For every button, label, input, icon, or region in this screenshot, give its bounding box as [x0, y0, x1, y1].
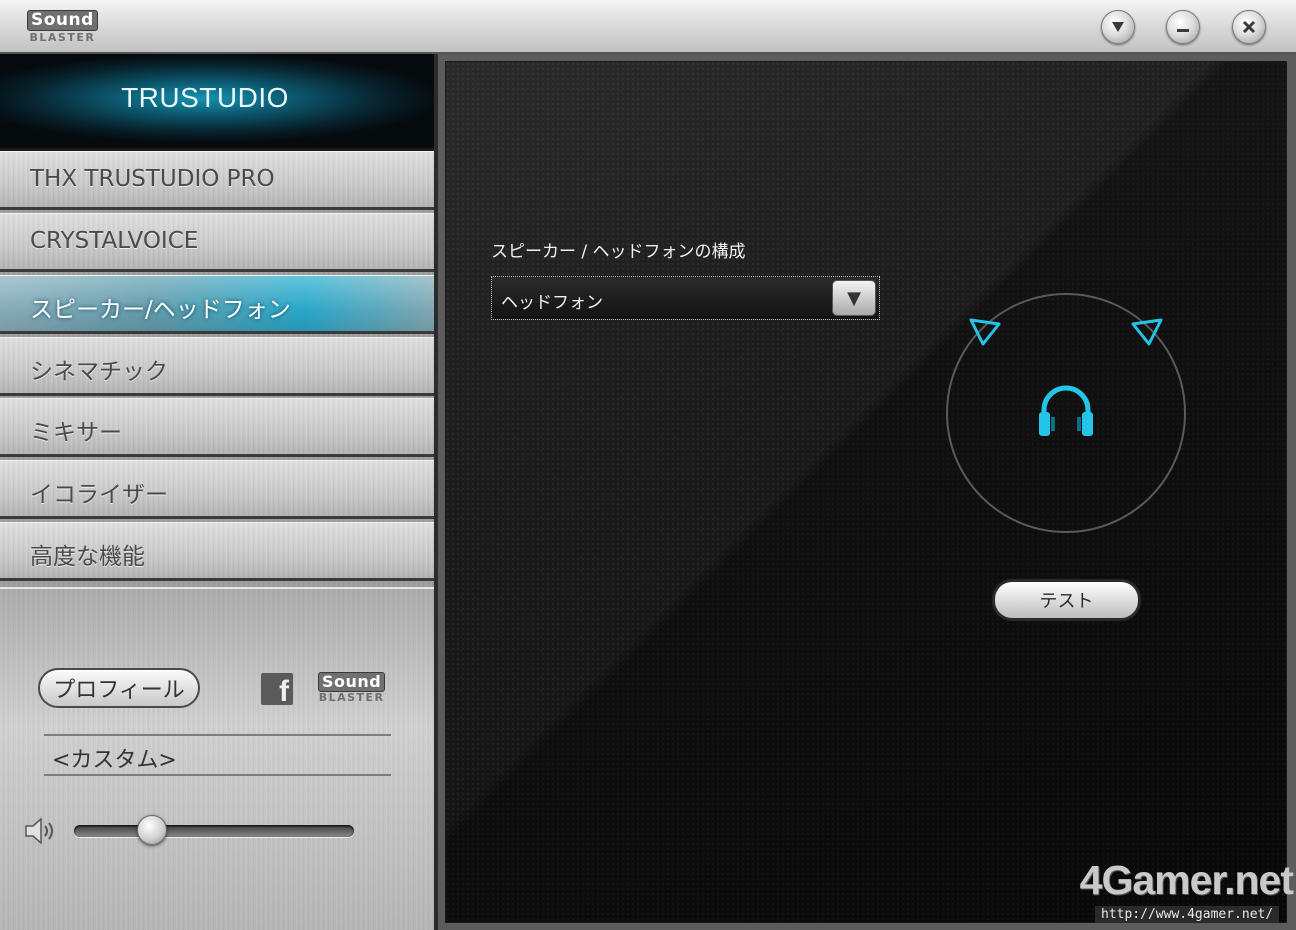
nav-item-label: イコライザー [30, 482, 168, 508]
sound-blaster-window: Sound BLASTER TRUSTUDIO THX TRUSTUDIO PR… [0, 0, 1296, 930]
sidebar-header: TRUSTUDIO [0, 54, 434, 151]
facebook-glyph: f [279, 675, 289, 706]
logo-blaster-text: BLASTER [29, 31, 96, 44]
close-icon [1242, 20, 1256, 34]
nav-item-label: 高度な機能 [30, 544, 145, 570]
close-button[interactable] [1232, 10, 1266, 44]
nav-item-label: シネマチック [30, 359, 168, 385]
nav-item-advanced[interactable]: 高度な機能 [0, 522, 434, 581]
watermark-logo: 4Gamer.net [1079, 857, 1294, 903]
profile-button[interactable]: プロフィール [38, 668, 200, 708]
sidebar: TRUSTUDIO THX TRUSTUDIO PRO CRYSTALVOICE… [0, 54, 438, 930]
title-bar[interactable]: Sound BLASTER [0, 0, 1296, 54]
nav-item-label: スピーカー/ヘッドフォン [30, 297, 291, 323]
headphone-speaker-diagram [946, 293, 1186, 533]
nav-item-label: ミキサー [30, 420, 122, 446]
minimize-icon [1177, 29, 1189, 32]
sound-blaster-link-logo[interactable]: Sound BLASTER [318, 672, 386, 704]
headphone-icon [1039, 385, 1093, 436]
nav-item-label: THX TRUSTUDIO PRO [30, 166, 275, 192]
nav-item-cinematic[interactable]: シネマチック [0, 337, 434, 396]
watermark: 4Gamer.net http://www.4gamer.net/ [1073, 857, 1294, 923]
nav-item-equalizer[interactable]: イコライザー [0, 460, 434, 519]
logo-blaster-text: BLASTER [318, 691, 385, 704]
nav-item-crystalvoice[interactable]: CRYSTALVOICE [0, 213, 434, 272]
nav-item-label: CRYSTALVOICE [30, 228, 199, 254]
nav-item-thx-trustudio-pro[interactable]: THX TRUSTUDIO PRO [0, 151, 434, 210]
speaker-volume-icon[interactable] [22, 815, 58, 847]
speaker-config-value: ヘッドフォン [501, 293, 603, 313]
nav-item-mixer[interactable]: ミキサー [0, 398, 434, 457]
logo-sound-text: Sound [318, 672, 386, 692]
sidebar-header-title: TRUSTUDIO [121, 82, 289, 113]
volume-slider-track[interactable] [74, 825, 354, 837]
triangle-down-icon [1112, 22, 1124, 32]
test-button-label: テスト [1039, 591, 1094, 612]
facebook-icon[interactable]: f [261, 673, 293, 705]
sound-blaster-logo: Sound BLASTER [27, 10, 98, 43]
minimize-button[interactable] [1166, 10, 1200, 44]
test-button[interactable]: テスト [992, 579, 1141, 621]
watermark-url: http://www.4gamer.net/ [1095, 906, 1280, 923]
profile-name-text: <カスタム> [52, 748, 177, 773]
profile-button-label: プロフィール [53, 678, 185, 703]
profile-name-field[interactable]: <カスタム> [44, 734, 391, 776]
left-speaker-icon[interactable] [969, 318, 1001, 346]
nav-item-speaker-headphone[interactable]: スピーカー/ヘッドフォン [0, 275, 434, 334]
volume-slider-thumb[interactable] [137, 815, 167, 845]
speaker-config-select[interactable]: ヘッドフォン ▼ [491, 276, 880, 320]
logo-sound-text: Sound [27, 10, 98, 31]
right-speaker-icon[interactable] [1131, 318, 1163, 346]
dropdown-arrow-button[interactable]: ▼ [832, 280, 876, 316]
speaker-config-label: スピーカー / ヘッドフォンの構成 [491, 242, 746, 262]
window-menu-button[interactable] [1101, 10, 1135, 44]
chevron-down-icon: ▼ [847, 287, 861, 309]
